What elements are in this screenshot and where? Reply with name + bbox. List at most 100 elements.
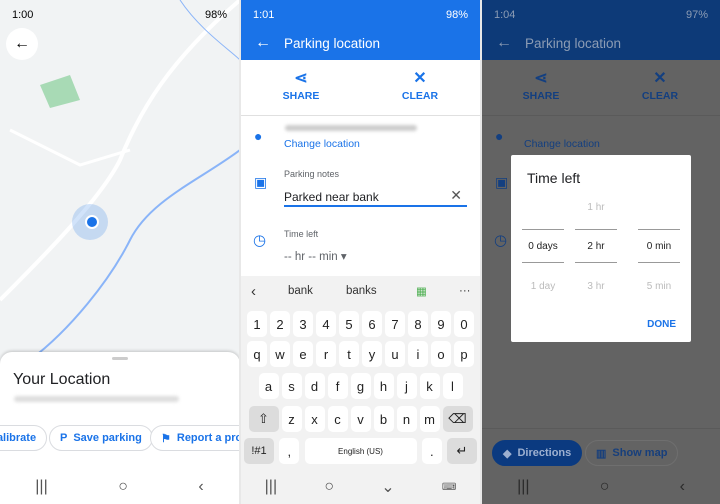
key-3[interactable]: 3: [293, 311, 313, 337]
symbols-key[interactable]: !#1: [244, 438, 274, 464]
key-q[interactable]: q: [247, 341, 267, 367]
notes-input[interactable]: Parked near bank ✕: [284, 182, 467, 207]
key-h[interactable]: h: [373, 373, 394, 399]
backspace-key[interactable]: ⌫: [442, 406, 473, 432]
clear-text-icon[interactable]: ✕: [450, 187, 462, 204]
key-5[interactable]: 5: [339, 311, 359, 337]
key-t[interactable]: t: [339, 341, 359, 367]
key-9[interactable]: 9: [431, 311, 451, 337]
share-button[interactable]: ⋖ SHARE: [501, 68, 581, 102]
directions-button[interactable]: ◆ Directions: [492, 440, 583, 466]
report-problem-chip[interactable]: ⚑Report a problem: [150, 425, 239, 451]
key-f[interactable]: f: [327, 373, 348, 399]
key-6[interactable]: 6: [362, 311, 382, 337]
key-s[interactable]: s: [281, 373, 302, 399]
key-i[interactable]: i: [408, 341, 428, 367]
share-icon: ⋖: [534, 70, 548, 87]
location-pin-icon: ●: [495, 128, 504, 144]
recents-icon[interactable]: |||: [517, 478, 529, 496]
key-l[interactable]: l: [442, 373, 463, 399]
back-nav-icon[interactable]: ‹: [198, 478, 203, 496]
key-k[interactable]: k: [419, 373, 440, 399]
minutes-picker[interactable]: 0 min: [638, 241, 680, 252]
done-button[interactable]: DONE: [647, 319, 676, 330]
chevron-left-icon[interactable]: ‹: [251, 283, 256, 300]
key-w[interactable]: w: [270, 341, 290, 367]
comma-key[interactable]: ,: [279, 438, 300, 464]
hours-picker[interactable]: 2 hr: [575, 241, 617, 252]
time-label: Time left: [284, 229, 319, 239]
key-x[interactable]: x: [304, 406, 325, 432]
address-redacted: [285, 125, 417, 131]
save-parking-chip[interactable]: P Save parking: [49, 425, 153, 451]
key-e[interactable]: e: [293, 341, 313, 367]
key-8[interactable]: 8: [408, 311, 428, 337]
divider: [241, 115, 480, 116]
clear-button[interactable]: ✕ CLEAR: [620, 68, 700, 102]
close-icon: ✕: [413, 70, 427, 87]
days-picker[interactable]: 0 days: [522, 241, 564, 252]
shift-key[interactable]: ⇧: [248, 406, 279, 432]
key-j[interactable]: j: [396, 373, 417, 399]
suggestion[interactable]: banks: [346, 285, 377, 297]
key-4[interactable]: 4: [316, 311, 336, 337]
time-dropdown[interactable]: -- hr -- min ▾: [284, 249, 347, 263]
recents-icon[interactable]: |||: [35, 478, 47, 496]
parking-screen: 1:01 98% ← Parking location ⋖ SHARE ✕ CLEAR…: [241, 0, 480, 504]
suggestion[interactable]: bank: [288, 285, 313, 297]
space-key[interactable]: English (US): [304, 438, 417, 464]
key-n[interactable]: n: [396, 406, 417, 432]
clear-button[interactable]: ✕ CLEAR: [380, 68, 460, 102]
back-button[interactable]: ←: [255, 34, 271, 52]
key-1[interactable]: 1: [247, 311, 267, 337]
key-r[interactable]: r: [316, 341, 336, 367]
calibrate-chip[interactable]: Calibrate: [0, 425, 48, 451]
key-m[interactable]: m: [419, 406, 440, 432]
key-p[interactable]: p: [454, 341, 474, 367]
map[interactable]: [0, 0, 239, 360]
home-icon[interactable]: ○: [118, 478, 128, 496]
drag-handle[interactable]: [112, 357, 128, 360]
status-time: 1:00: [12, 9, 34, 21]
key-b[interactable]: b: [373, 406, 394, 432]
suggestion-bar: ‹ bank banks ▦ ···: [241, 276, 480, 306]
key-0[interactable]: 0: [454, 311, 474, 337]
key-z[interactable]: z: [281, 406, 302, 432]
show-map-button[interactable]: ▥ Show map: [585, 440, 679, 466]
app-bar: 1:04 97% ← Parking location: [482, 0, 720, 60]
change-location-link[interactable]: Change location: [524, 138, 600, 150]
address-redacted: [14, 396, 179, 402]
recents-icon[interactable]: |||: [265, 478, 277, 496]
hide-keyboard-icon[interactable]: ⌄: [381, 477, 394, 497]
page-title: Parking location: [284, 36, 381, 51]
back-button[interactable]: ←: [496, 34, 512, 52]
key-g[interactable]: g: [350, 373, 371, 399]
notes-label: Parking notes: [284, 169, 340, 179]
page-title: Parking location: [525, 36, 622, 51]
key-c[interactable]: c: [327, 406, 348, 432]
key-v[interactable]: v: [350, 406, 371, 432]
keyboard-icon[interactable]: ⌨: [442, 482, 456, 493]
key-a[interactable]: a: [258, 373, 279, 399]
report-icon: ⚑: [161, 432, 171, 445]
note-add-icon: ▣: [495, 174, 509, 190]
more-icon[interactable]: ···: [459, 285, 471, 297]
back-nav-icon[interactable]: ‹: [680, 478, 685, 496]
back-button[interactable]: ←: [6, 28, 38, 60]
clock-icon: ◷: [253, 232, 267, 249]
share-button[interactable]: ⋖ SHARE: [261, 68, 341, 102]
key-u[interactable]: u: [385, 341, 405, 367]
change-location-link[interactable]: Change location: [284, 138, 360, 150]
period-key[interactable]: .: [421, 438, 442, 464]
key-2[interactable]: 2: [270, 311, 290, 337]
key-d[interactable]: d: [304, 373, 325, 399]
enter-key[interactable]: ↵: [447, 438, 477, 464]
app-bar: 1:01 98% ← Parking location: [241, 0, 480, 60]
key-o[interactable]: o: [431, 341, 451, 367]
key-7[interactable]: 7: [385, 311, 405, 337]
clock-icon: ◷: [494, 232, 508, 249]
home-icon[interactable]: ○: [600, 478, 610, 496]
key-y[interactable]: y: [362, 341, 382, 367]
home-icon[interactable]: ○: [324, 478, 334, 496]
calculator-icon[interactable]: ▦: [416, 284, 427, 298]
